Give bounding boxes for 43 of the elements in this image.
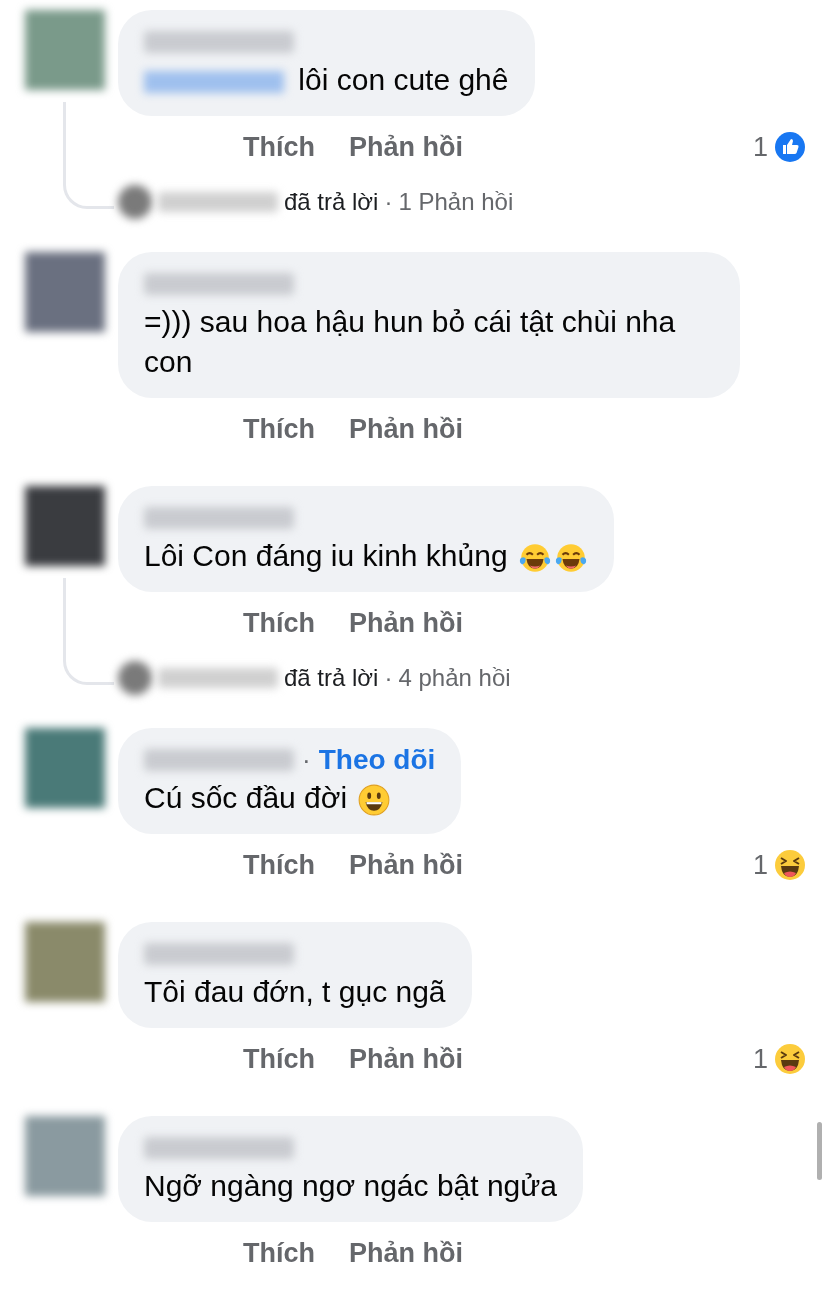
replied-text: đã trả lời [284,188,379,216]
thumbs-up-icon[interactable] [774,131,806,163]
reply-link[interactable]: Phản hồi [349,1237,463,1269]
like-link[interactable]: Thích [243,1237,315,1269]
avatar[interactable] [25,486,105,566]
separator-dot: · [384,188,393,216]
like-link[interactable]: Thích [243,413,315,445]
reply-count-link[interactable]: 4 phản hồi [398,664,511,692]
blurred-avatar [118,185,152,219]
reply-link[interactable]: Phản hồi [349,849,463,881]
reply-link[interactable]: Phản hồi [349,607,463,639]
blurred-mention[interactable] [144,71,284,94]
like-link[interactable]: Thích [243,849,315,881]
avatar[interactable] [25,922,105,1002]
separator-dot: · [302,744,311,776]
smiley-emoji-icon [357,783,392,818]
reply-count-link[interactable]: 1 Phản hồi [398,188,514,216]
comment-text: Ngỡ ngàng ngơ ngác bật ngửa [144,1169,558,1202]
comment-text: Lôi Con đáng iu kinh khủng [144,539,508,572]
reaction-count: 1 [752,131,768,163]
comment-text: Tôi đau đớn, t gục ngã [144,975,446,1008]
follow-link[interactable]: Theo dõi [318,744,436,776]
avatar[interactable] [25,10,105,90]
replied-text: đã trả lời [284,664,379,692]
reply-link[interactable]: Phản hồi [349,1043,463,1075]
laughing-face-icon[interactable] [774,849,806,881]
comment-text: Cú sốc đầu đời [144,781,348,814]
like-link[interactable]: Thích [243,1043,315,1075]
reply-link[interactable]: Phản hồi [349,413,463,445]
reaction-count: 1 [752,849,768,881]
reaction-count: 1 [752,1043,768,1075]
like-link[interactable]: Thích [243,131,315,163]
like-link[interactable]: Thích [243,607,315,639]
comment-text: lôi con cute ghê [298,63,509,96]
avatar[interactable] [25,728,105,808]
separator-dot: · [384,664,393,692]
laughing-face-icon[interactable] [774,1043,806,1075]
avatar[interactable] [25,252,105,332]
blurred-avatar [118,661,152,695]
comment-text: =))) sau hoa hậu hun bỏ cái tật chùi nha con [144,305,676,378]
avatar[interactable] [25,1116,105,1196]
reply-link[interactable]: Phản hồi [349,131,463,163]
scrollbar[interactable] [817,1122,822,1180]
